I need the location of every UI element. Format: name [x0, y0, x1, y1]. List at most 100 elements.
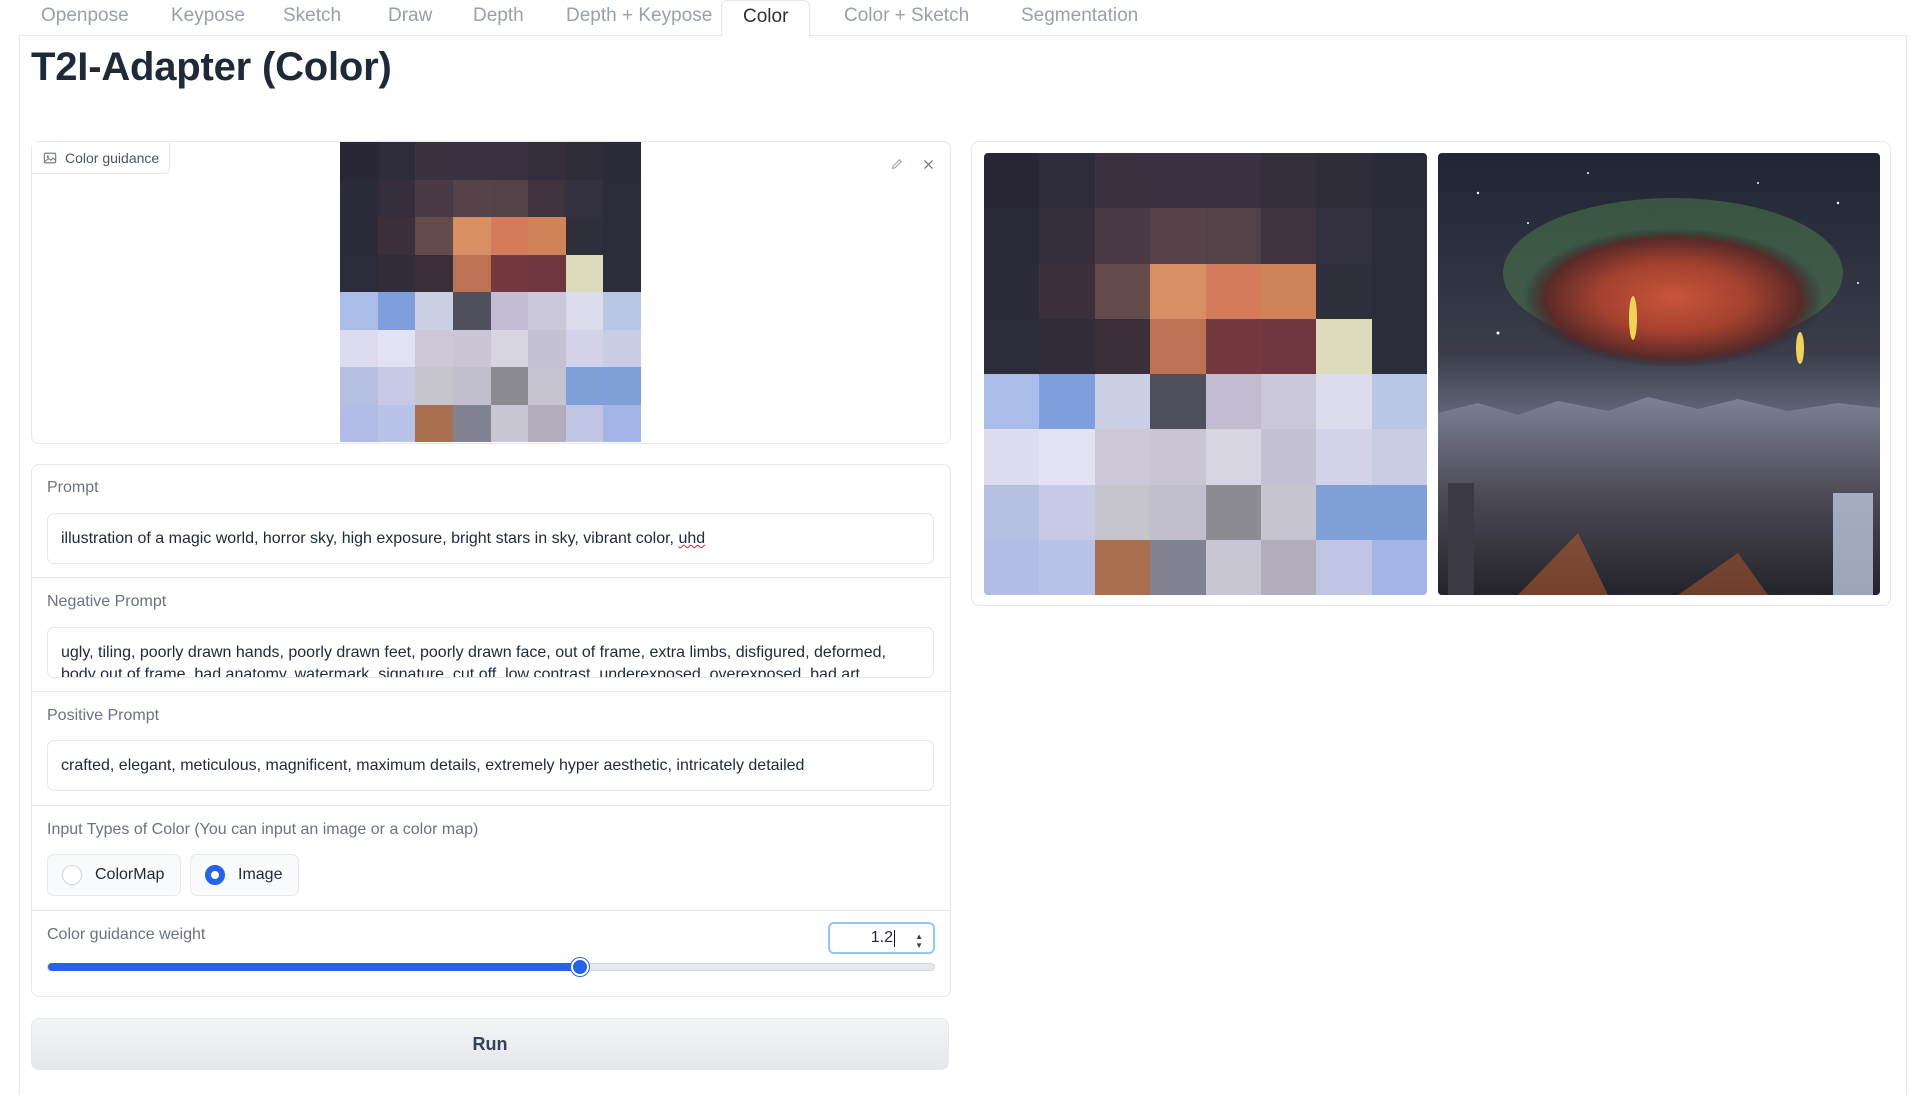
- color-cell: [1371, 263, 1427, 319]
- color-cell: [452, 254, 491, 292]
- color-cell: [340, 404, 378, 442]
- color-cell: [528, 142, 566, 180]
- divider: [32, 691, 950, 692]
- close-icon[interactable]: [917, 153, 939, 175]
- tab-bar: Openpose Keypose Sketch Draw Depth Depth + Ke…: [0, 0, 1911, 37]
- color-cell: [1039, 263, 1095, 319]
- color-cell: [1150, 318, 1206, 374]
- negative-prompt-line-2: body out of frame, bad anatomy, watermar…: [61, 666, 860, 678]
- tab-openpose[interactable]: Openpose: [20, 0, 150, 36]
- tab-keypose[interactable]: Keypose: [150, 0, 266, 36]
- color-cell: [565, 292, 604, 330]
- color-cell: [984, 263, 1040, 319]
- color-guidance-weight-slider[interactable]: [47, 958, 935, 976]
- divider: [32, 577, 950, 578]
- color-cell: [1094, 539, 1151, 595]
- prompt-text: illustration of a magic world, horror sk…: [61, 530, 679, 547]
- prompt-label: Prompt: [47, 479, 99, 496]
- generated-image: [1438, 153, 1880, 595]
- positive-prompt-label: Positive Prompt: [47, 707, 160, 724]
- color-cell: [1371, 208, 1427, 264]
- gallery-item-generated-image[interactable]: [1438, 153, 1880, 595]
- color-cell: [1205, 539, 1261, 595]
- color-cell: [1316, 263, 1372, 319]
- color-cell: [452, 329, 491, 367]
- color-cell: [1039, 539, 1095, 595]
- tab-color-sketch[interactable]: Color + Sketch: [823, 0, 990, 36]
- page-title: T2I-Adapter (Color): [31, 45, 392, 89]
- color-cell: [490, 179, 529, 217]
- color-cell: [1316, 318, 1372, 374]
- tab-segmentation[interactable]: Segmentation: [1000, 0, 1159, 36]
- color-cell: [1205, 153, 1261, 209]
- negative-prompt-input[interactable]: ugly, tiling, poorly drawn hands, poorly…: [47, 627, 934, 678]
- color-cell: [1316, 429, 1372, 485]
- color-cell: [340, 217, 378, 255]
- color-cell: [1094, 318, 1151, 374]
- color-cell: [1094, 208, 1151, 264]
- negative-prompt-label: Negative Prompt: [47, 593, 167, 610]
- color-cell: [452, 142, 491, 180]
- color-cell: [490, 217, 529, 255]
- color-cell: [565, 254, 604, 292]
- color-cell: [377, 142, 416, 180]
- tab-depth-keypose[interactable]: Depth + Keypose: [545, 0, 733, 36]
- prompt-input[interactable]: illustration of a magic world, horror sk…: [47, 513, 934, 564]
- color-cell: [528, 404, 566, 442]
- color-cell: [452, 404, 491, 442]
- color-cell: [1039, 153, 1095, 209]
- color-cell: [377, 217, 416, 255]
- positive-prompt-input[interactable]: crafted, elegant, meticulous, magnificen…: [47, 740, 934, 791]
- radio-indicator: [62, 865, 82, 885]
- color-cell: [1150, 208, 1206, 264]
- tab-draw[interactable]: Draw: [367, 0, 453, 36]
- color-cell: [1260, 263, 1317, 319]
- slider-thumb[interactable]: [570, 958, 589, 976]
- image-icon: [43, 152, 57, 163]
- divider: [32, 910, 950, 911]
- color-cell: [603, 142, 641, 180]
- color-guidance-weight-number[interactable]: 1.2 ▲ ▼: [828, 922, 935, 954]
- color-cell: [377, 367, 416, 405]
- color-cell: [377, 404, 416, 442]
- positive-prompt-text: crafted, elegant, meticulous, magnificen…: [61, 757, 805, 774]
- color-cell: [452, 217, 491, 255]
- color-cell: [415, 142, 453, 180]
- radio-image-label: Image: [238, 866, 283, 883]
- slider-fill: [48, 963, 581, 971]
- color-cell: [1316, 539, 1372, 595]
- prompt-text-misspelled: uhd: [678, 530, 706, 547]
- color-cell: [415, 292, 453, 330]
- color-cell: [1205, 263, 1261, 319]
- color-cell: [1205, 484, 1261, 540]
- color-cell: [1260, 318, 1317, 374]
- radio-image[interactable]: Image: [190, 854, 300, 896]
- spinner-arrows-icon[interactable]: ▲ ▼: [915, 932, 923, 950]
- color-cell: [565, 367, 604, 405]
- color-cell: [340, 142, 378, 180]
- color-cell: [1150, 374, 1206, 430]
- color-cell: [565, 329, 604, 367]
- color-cell: [1039, 374, 1095, 430]
- color-cell: [377, 254, 416, 292]
- run-button[interactable]: Run: [31, 1018, 949, 1070]
- tab-color[interactable]: Color: [721, 0, 811, 37]
- color-cell: [1094, 429, 1151, 485]
- color-cell: [984, 208, 1040, 264]
- color-cell: [415, 367, 453, 405]
- color-cell: [603, 292, 641, 330]
- tab-sketch[interactable]: Sketch: [262, 0, 362, 36]
- tab-depth[interactable]: Depth: [452, 0, 545, 36]
- color-cell: [340, 254, 378, 292]
- output-color-map-image: [984, 153, 1427, 595]
- color-cell: [984, 374, 1040, 430]
- color-cell: [984, 484, 1040, 540]
- color-cell: [490, 329, 529, 367]
- radio-colormap[interactable]: ColorMap: [47, 854, 182, 896]
- gallery-item-color-map[interactable]: [984, 153, 1427, 595]
- color-cell: [1039, 429, 1095, 485]
- color-cell: [1371, 153, 1427, 209]
- input-types-label: Input Types of Color (You can input an i…: [47, 821, 479, 838]
- edit-icon[interactable]: [886, 153, 908, 175]
- color-cell: [1260, 374, 1317, 430]
